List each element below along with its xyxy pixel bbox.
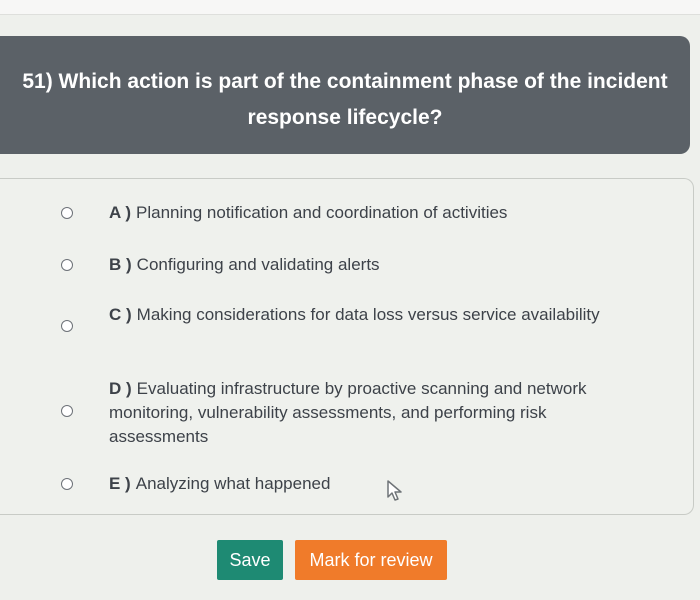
- option-b-letter: B ): [109, 255, 132, 274]
- option-d-letter: D ): [109, 379, 132, 398]
- mouse-pointer-icon: [387, 480, 402, 501]
- radio-unchecked-icon[interactable]: [61, 259, 73, 271]
- save-button[interactable]: Save: [217, 540, 283, 580]
- question-text: 51) Which action is part of the containm…: [22, 70, 668, 129]
- option-c-letter: C ): [109, 305, 132, 324]
- option-a-text: A ) Planning notification and coordinatio…: [109, 201, 629, 225]
- radio-unchecked-icon[interactable]: [61, 320, 73, 332]
- question-header: 51) Which action is part of the containm…: [0, 36, 690, 154]
- option-d[interactable]: D ) Evaluating infrastructure by proactiv…: [0, 377, 690, 451]
- top-strip: [0, 0, 700, 15]
- option-e-text: E ) Analyzing what happened: [109, 472, 629, 496]
- option-e[interactable]: E ) Analyzing what happened: [0, 472, 690, 500]
- option-c-text: C ) Making considerations for data loss v…: [109, 303, 629, 327]
- mark-for-review-button[interactable]: Mark for review: [295, 540, 447, 580]
- quiz-screen: 51) Which action is part of the containm…: [0, 0, 700, 600]
- option-c[interactable]: C ) Making considerations for data loss v…: [0, 303, 690, 353]
- option-e-label: Analyzing what happened: [135, 474, 331, 493]
- option-a[interactable]: A ) Planning notification and coordinatio…: [0, 201, 690, 229]
- option-a-letter: A ): [109, 203, 132, 222]
- option-b-text: B ) Configuring and validating alerts: [109, 253, 629, 277]
- option-c-label: Making considerations for data loss vers…: [136, 305, 600, 324]
- option-e-letter: E ): [109, 474, 131, 493]
- option-d-text: D ) Evaluating infrastructure by proactiv…: [109, 377, 629, 449]
- radio-unchecked-icon[interactable]: [61, 405, 73, 417]
- option-a-label: Planning notification and coordination o…: [136, 203, 508, 222]
- option-b-label: Configuring and validating alerts: [136, 255, 380, 274]
- option-d-label: Evaluating infrastructure by proactive s…: [109, 379, 587, 446]
- radio-unchecked-icon[interactable]: [61, 478, 73, 490]
- option-b[interactable]: B ) Configuring and validating alerts: [0, 253, 690, 281]
- radio-unchecked-icon[interactable]: [61, 207, 73, 219]
